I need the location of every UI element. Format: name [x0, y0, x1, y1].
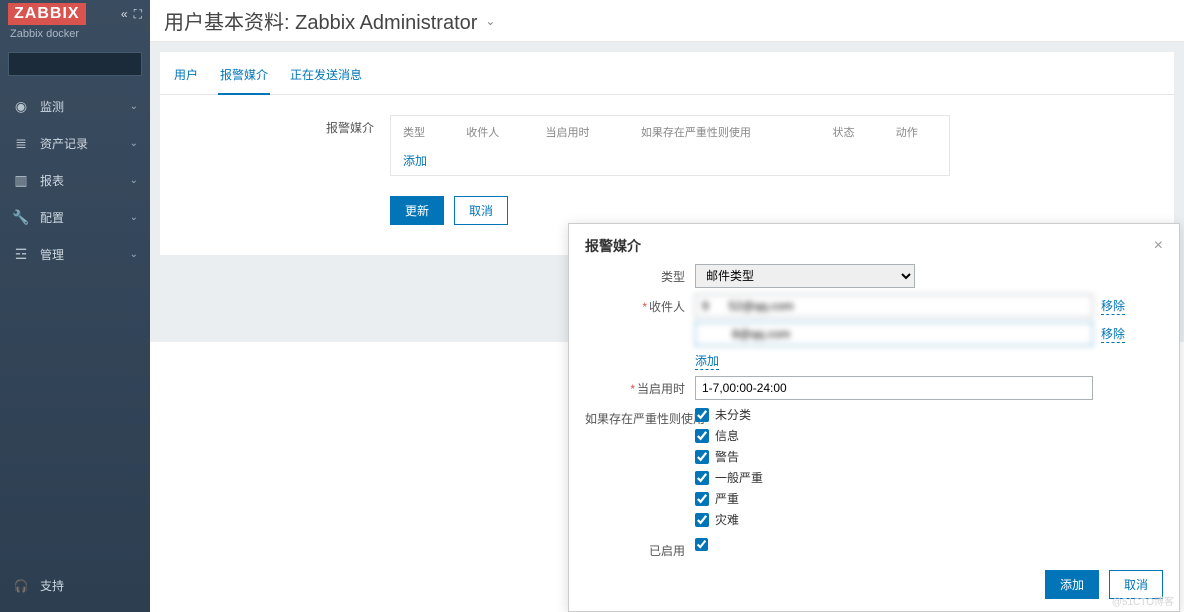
severity-average-checkbox[interactable] — [695, 471, 709, 485]
add-recipient-link[interactable]: 添加 — [695, 352, 719, 370]
type-select[interactable]: 邮件类型 — [695, 264, 915, 288]
watermark: @51CTO博客 — [1112, 593, 1174, 608]
sidebar-item-label: 报表 — [40, 172, 64, 189]
sidebar: ZABBIX « ⛶ Zabbix docker 🔍 ◉ 监测 ⌄ ≣ 资产记录… — [0, 0, 150, 612]
gear-icon: ☲ — [12, 246, 30, 263]
tab-user[interactable]: 用户 — [172, 62, 200, 94]
brand-logo[interactable]: ZABBIX — [8, 3, 86, 25]
collapse-icon[interactable]: « — [121, 7, 128, 22]
tab-sending[interactable]: 正在发送消息 — [288, 62, 364, 94]
tab-media[interactable]: 报警媒介 — [218, 62, 270, 95]
search-input[interactable] — [15, 57, 170, 71]
severity-high-checkbox[interactable] — [695, 492, 709, 506]
chevron-down-icon: ⌄ — [130, 212, 138, 223]
page-title-bar: 用户基本资料: Zabbix Administrator ⌄ — [150, 0, 1184, 42]
headset-icon: 🎧 — [12, 579, 30, 593]
severity-label: 如果存在严重性则使用 — [585, 406, 695, 427]
col-action: 动作 — [886, 118, 947, 146]
logo-row: ZABBIX « ⛶ — [0, 0, 150, 28]
when-active-label: *当启用时 — [585, 376, 695, 397]
modal-title: 报警媒介 — [585, 236, 641, 256]
sidebar-item-label: 资产记录 — [40, 135, 88, 152]
col-severity: 如果存在严重性则使用 — [631, 118, 821, 146]
chevron-down-icon: ⌄ — [130, 249, 138, 260]
chart-icon: ▥ — [12, 172, 30, 189]
sidebar-item-monitoring[interactable]: ◉ 监测 ⌄ — [0, 88, 150, 125]
wrench-icon: 🔧 — [12, 209, 30, 226]
update-button[interactable]: 更新 — [390, 196, 444, 225]
severity-disaster-checkbox[interactable] — [695, 513, 709, 527]
media-modal: 报警媒介 × 类型 邮件类型 *收件人 移除 移除 添加 *当启用时 — [568, 223, 1180, 612]
brand-subtitle: Zabbix docker — [0, 28, 150, 48]
search-box[interactable]: 🔍 — [8, 52, 142, 76]
when-active-input[interactable] — [695, 376, 1093, 400]
media-label: 报警媒介 — [190, 115, 390, 225]
severity-option-label: 灾难 — [715, 511, 739, 528]
recipient-label: *收件人 — [585, 294, 695, 315]
severity-option-label: 警告 — [715, 448, 739, 465]
severity-checkboxes: 未分类 信息 警告 一般严重 严重 灾难 — [695, 406, 1163, 532]
cancel-button[interactable]: 取消 — [454, 196, 508, 225]
button-row: 更新 取消 — [390, 196, 1144, 225]
remove-recipient-link[interactable]: 移除 — [1101, 297, 1125, 315]
tabs: 用户 报警媒介 正在发送消息 — [160, 52, 1174, 95]
severity-option-label: 一般严重 — [715, 469, 763, 486]
severity-warning-checkbox[interactable] — [695, 450, 709, 464]
recipient-row: 移除 — [695, 294, 1163, 318]
chevron-down-icon: ⌄ — [130, 101, 138, 112]
severity-option-label: 信息 — [715, 427, 739, 444]
sidebar-item-support[interactable]: 🎧 支持 — [0, 567, 150, 604]
page-title: 用户基本资料: Zabbix Administrator — [164, 6, 477, 35]
sidebar-item-reports[interactable]: ▥ 报表 ⌄ — [0, 162, 150, 199]
title-dropdown-icon[interactable]: ⌄ — [485, 14, 495, 28]
list-icon: ≣ — [12, 135, 30, 152]
chevron-down-icon: ⌄ — [130, 175, 138, 186]
col-when: 当启用时 — [536, 118, 629, 146]
modal-header: 报警媒介 × — [585, 236, 1163, 264]
recipient-input-2[interactable] — [695, 322, 1093, 346]
media-table: 类型 收件人 当启用时 如果存在严重性则使用 状态 动作 添加 — [390, 115, 950, 176]
type-label: 类型 — [585, 264, 695, 285]
modal-add-button[interactable]: 添加 — [1045, 570, 1099, 599]
severity-option-label: 严重 — [715, 490, 739, 507]
severity-info-checkbox[interactable] — [695, 429, 709, 443]
col-type: 类型 — [393, 118, 454, 146]
close-icon[interactable]: × — [1154, 237, 1163, 255]
eye-icon: ◉ — [12, 98, 30, 115]
enabled-label: 已启用 — [585, 538, 695, 559]
sidebar-item-config[interactable]: 🔧 配置 ⌄ — [0, 199, 150, 236]
col-recipient: 收件人 — [456, 118, 533, 146]
sidebar-item-admin[interactable]: ☲ 管理 ⌄ — [0, 236, 150, 273]
sidebar-item-label: 管理 — [40, 246, 64, 263]
enabled-checkbox[interactable] — [695, 538, 708, 551]
recipient-row: 移除 — [695, 322, 1163, 346]
add-media-link[interactable]: 添加 — [403, 154, 427, 168]
severity-not-classified-checkbox[interactable] — [695, 408, 709, 422]
recipient-input-1[interactable] — [695, 294, 1093, 318]
modal-footer: 添加 取消 — [585, 560, 1163, 599]
severity-option-label: 未分类 — [715, 406, 751, 423]
sidebar-item-label: 监测 — [40, 98, 64, 115]
chevron-down-icon: ⌄ — [130, 138, 138, 149]
sidebar-item-inventory[interactable]: ≣ 资产记录 ⌄ — [0, 125, 150, 162]
col-status: 状态 — [822, 118, 883, 146]
remove-recipient-link[interactable]: 移除 — [1101, 325, 1125, 343]
sidebar-item-label: 配置 — [40, 209, 64, 226]
sidebar-item-label: 支持 — [40, 577, 64, 594]
expand-icon[interactable]: ⛶ — [134, 7, 142, 22]
